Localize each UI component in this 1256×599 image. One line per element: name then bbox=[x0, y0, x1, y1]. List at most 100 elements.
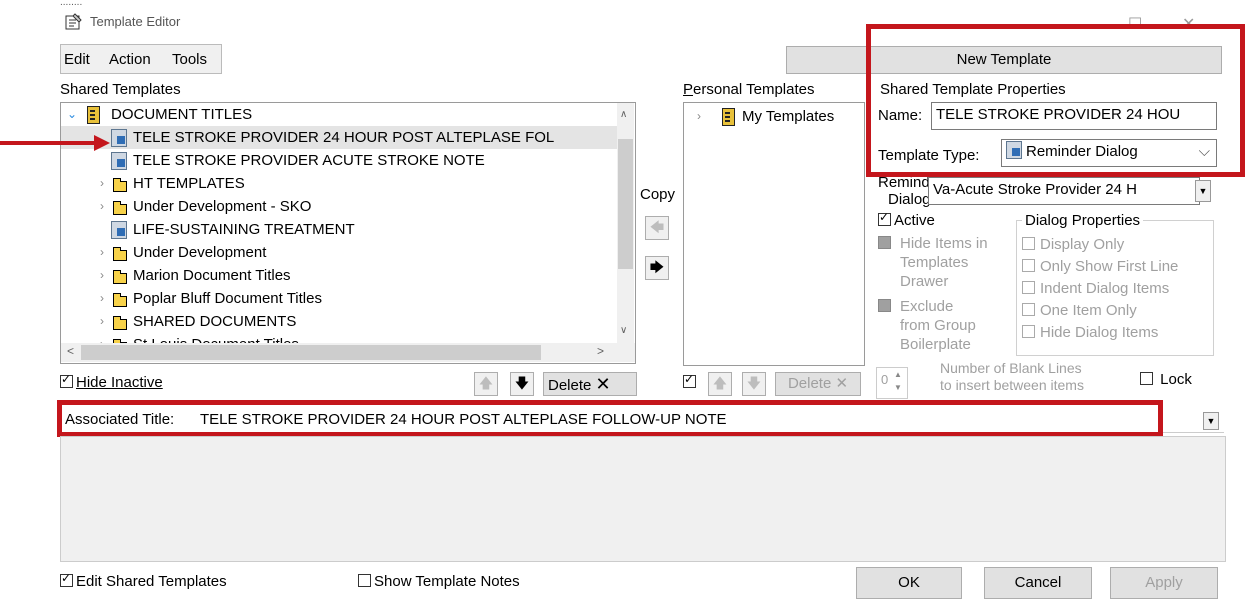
personal-item-my-templates[interactable]: › My Templates bbox=[684, 105, 864, 128]
chevron-right-icon[interactable]: › bbox=[694, 105, 704, 128]
tree-item[interactable]: › HT TEMPLATES bbox=[61, 172, 617, 195]
personal-delete-label: Delete bbox=[787, 375, 832, 392]
tree-item[interactable]: › Poplar Bluff Document Titles bbox=[61, 287, 617, 310]
dialog-option-checkbox[interactable]: One Item Only bbox=[1022, 302, 1137, 319]
annotation-box-associated-title bbox=[57, 400, 1163, 437]
blank-lines-label: Number of Blank Lines to insert between … bbox=[940, 360, 1084, 393]
shared-tree-hscrollbar[interactable]: < > bbox=[61, 343, 635, 362]
tree-item[interactable]: › SHARED DOCUMENTS bbox=[61, 310, 617, 333]
tree-item-label: Under Development - SKO bbox=[133, 198, 312, 215]
shared-tree-hscroll-thumb[interactable] bbox=[81, 345, 541, 360]
shared-templates-tree[interactable]: ⌄ DOCUMENT TITLES TELE STROKE PROVIDER 24 … bbox=[60, 102, 636, 364]
personal-move-down-button[interactable]: 🡇 bbox=[742, 372, 766, 396]
template-editor-icon bbox=[64, 13, 82, 35]
reminder-dialog-select[interactable]: Va-Acute Stroke Provider 24 H bbox=[928, 177, 1200, 205]
associated-title-dropdown-icon[interactable]: ▼ bbox=[1203, 412, 1219, 430]
personal-item-label: My Templates bbox=[742, 108, 835, 125]
lock-label: Lock bbox=[1160, 371, 1192, 388]
scroll-up-icon[interactable]: ∧ bbox=[620, 109, 627, 120]
spinner-up-icon[interactable]: ▲ bbox=[894, 370, 902, 379]
active-checkbox[interactable]: Active bbox=[878, 210, 935, 229]
folder-icon bbox=[112, 270, 127, 284]
menu-edit[interactable]: Edit bbox=[64, 51, 90, 68]
personal-active-checkbox[interactable] bbox=[683, 372, 699, 391]
personal-move-up-button[interactable]: 🡅 bbox=[708, 372, 732, 396]
hide-inactive-checkbox[interactable]: Hide Inactive bbox=[60, 372, 163, 391]
hide-items-checkbox[interactable]: Hide Items in Templates Drawer bbox=[878, 234, 988, 290]
shared-tree-vscroll-thumb[interactable] bbox=[618, 139, 633, 269]
tree-item[interactable]: › St Louis Document Titles bbox=[61, 333, 617, 343]
copy-left-button[interactable]: 🡄 bbox=[645, 216, 669, 240]
tree-item-label: TELE STROKE PROVIDER 24 HOUR POST ALTEPL… bbox=[133, 129, 555, 146]
tree-item[interactable]: › Under Development - SKO bbox=[61, 195, 617, 218]
move-up-button[interactable]: 🡅 bbox=[474, 372, 498, 396]
menu-action[interactable]: Action bbox=[109, 51, 151, 68]
shared-delete-label: Delete bbox=[548, 377, 592, 394]
tree-item[interactable]: › Marion Document Titles bbox=[61, 264, 617, 287]
annotation-arrow-icon bbox=[0, 135, 110, 151]
blank-lines-spinner[interactable]: 0 ▲ ▼ bbox=[876, 367, 908, 399]
annotation-box-properties bbox=[866, 24, 1245, 177]
scroll-right-icon[interactable]: > bbox=[597, 344, 604, 358]
lock-checkbox[interactable]: Lock bbox=[1140, 371, 1192, 388]
tree-item-label: Poplar Bluff Document Titles bbox=[133, 290, 322, 307]
tree-item-label: Marion Document Titles bbox=[133, 267, 291, 284]
dialog-option-checkbox[interactable]: Display Only bbox=[1022, 236, 1124, 253]
scroll-down-icon[interactable]: ∨ bbox=[620, 325, 627, 336]
shared-delete-button[interactable]: Delete ✕ bbox=[543, 372, 637, 396]
chevron-right-icon[interactable]: › bbox=[97, 241, 107, 264]
tree-item-label: SHARED DOCUMENTS bbox=[133, 313, 297, 330]
dialog-option-checkbox[interactable]: Only Show First Line bbox=[1022, 258, 1178, 275]
chevron-right-icon[interactable]: › bbox=[97, 333, 107, 343]
tree-item-label: St Louis Document Titles bbox=[133, 333, 299, 343]
edit-shared-label: Edit Shared Templates bbox=[76, 573, 227, 590]
personal-templates-tree[interactable]: › My Templates bbox=[683, 102, 865, 366]
template-editor-window: ........ Template Editor ☐ ✕ Edit Action… bbox=[0, 0, 1256, 599]
exclude-checkbox[interactable]: Exclude from Group Boilerplate bbox=[878, 297, 976, 353]
copy-right-button[interactable]: 🡆 bbox=[645, 256, 669, 280]
dialog-option-checkbox[interactable]: Hide Dialog Items bbox=[1022, 324, 1158, 341]
chevron-right-icon[interactable]: › bbox=[97, 310, 107, 333]
copy-label: Copy bbox=[640, 186, 676, 203]
reminder-dialog-dropdown-icon[interactable]: ▼ bbox=[1195, 180, 1211, 202]
ok-button[interactable]: OK bbox=[856, 567, 962, 599]
dialog-option-checkbox[interactable]: Indent Dialog Items bbox=[1022, 280, 1169, 297]
dialog-option-label: Hide Dialog Items bbox=[1040, 324, 1159, 341]
delete-x-icon: ✕ bbox=[595, 374, 611, 394]
dialog-option-label: One Item Only bbox=[1040, 302, 1137, 319]
database-icon bbox=[87, 106, 100, 124]
spinner-down-icon[interactable]: ▼ bbox=[894, 383, 902, 392]
menu-tools[interactable]: Tools bbox=[172, 51, 207, 68]
folder-icon bbox=[112, 201, 127, 215]
tree-item[interactable]: TELE STROKE PROVIDER ACUTE STROKE NOTE bbox=[61, 149, 617, 172]
tree-item-label: Under Development bbox=[133, 244, 267, 261]
apply-button[interactable]: Apply bbox=[1110, 567, 1218, 599]
personal-templates-header: Personal Templates bbox=[683, 81, 815, 98]
chevron-right-icon[interactable]: › bbox=[97, 264, 107, 287]
move-down-button[interactable]: 🡇 bbox=[510, 372, 534, 396]
template-notes-area[interactable] bbox=[60, 436, 1226, 562]
chevron-down-icon[interactable]: ⌄ bbox=[67, 103, 77, 126]
personal-delete-button[interactable]: Delete ✕ bbox=[775, 372, 861, 396]
show-template-notes-checkbox[interactable]: Show Template Notes bbox=[358, 573, 520, 590]
reminder-template-icon bbox=[111, 129, 127, 147]
hide-inactive-label: Hide Inactive bbox=[76, 374, 163, 391]
show-notes-label: Show Template Notes bbox=[374, 573, 520, 590]
tree-item[interactable]: LIFE-SUSTAINING TREATMENT bbox=[61, 218, 617, 241]
shared-templates-header: Shared Templates bbox=[60, 81, 181, 98]
folder-icon bbox=[112, 247, 127, 261]
dialog-properties-header: Dialog Properties bbox=[1022, 212, 1144, 229]
dialog-option-label: Only Show First Line bbox=[1040, 258, 1179, 275]
chevron-right-icon[interactable]: › bbox=[97, 172, 107, 195]
shared-tree-vscrollbar[interactable]: ∧ ∨ bbox=[617, 103, 634, 343]
background-window-strip: ........ bbox=[60, 0, 83, 6]
chevron-right-icon[interactable]: › bbox=[97, 195, 107, 218]
edit-shared-templates-checkbox[interactable]: Edit Shared Templates bbox=[60, 571, 227, 590]
chevron-right-icon[interactable]: › bbox=[97, 287, 107, 310]
tree-item[interactable]: › Under Development bbox=[61, 241, 617, 264]
tree-item[interactable]: ⌄ DOCUMENT TITLES bbox=[61, 103, 617, 126]
tree-item[interactable]: TELE STROKE PROVIDER 24 HOUR POST ALTEPL… bbox=[61, 126, 617, 149]
scroll-left-icon[interactable]: < bbox=[67, 344, 74, 358]
hide-inactive-check[interactable] bbox=[60, 372, 73, 388]
cancel-button[interactable]: Cancel bbox=[984, 567, 1092, 599]
